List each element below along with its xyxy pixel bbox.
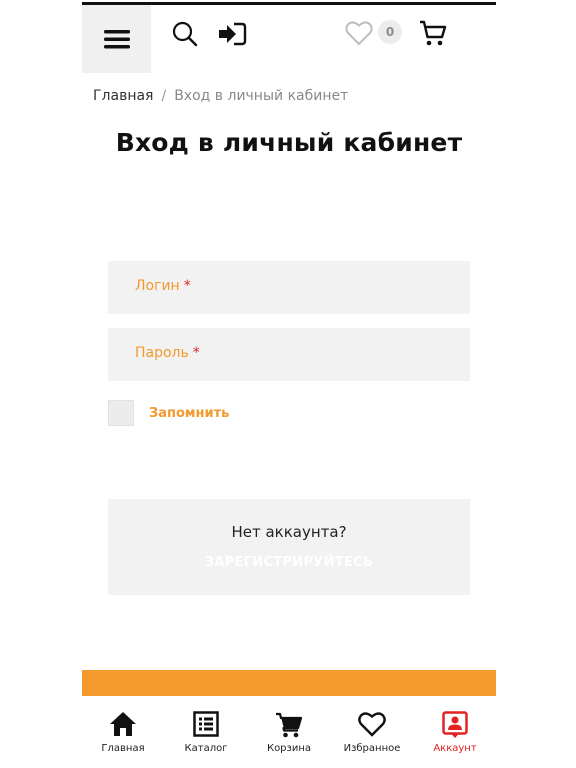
nav-item-cart[interactable]: Корзина bbox=[248, 696, 330, 768]
hamburger-icon bbox=[103, 30, 130, 49]
password-required-mark: * bbox=[192, 345, 200, 361]
bottom-nav: Главная Каталог Корзина Избранное Аккаун… bbox=[82, 696, 496, 768]
search-icon bbox=[172, 21, 198, 47]
favorites-button[interactable] bbox=[344, 18, 374, 48]
register-panel: Нет аккаунта? ЗАРЕГИСТРИРУЙТЕСЬ bbox=[108, 499, 470, 595]
password-field-label: Пароль * bbox=[135, 345, 200, 361]
login-field-label: Логин * bbox=[135, 278, 191, 294]
nav-label-favorites: Избранное bbox=[343, 743, 401, 754]
search-button[interactable] bbox=[170, 19, 200, 49]
sign-in-icon bbox=[219, 22, 247, 46]
register-link[interactable]: ЗАРЕГИСТРИРУЙТЕСЬ bbox=[108, 555, 470, 570]
cart-icon bbox=[276, 712, 303, 738]
catalog-icon bbox=[193, 711, 219, 737]
nav-item-favorites[interactable]: Избранное bbox=[331, 696, 413, 768]
nav-label-cart: Корзина bbox=[266, 743, 312, 754]
password-label-text: Пароль bbox=[135, 345, 189, 361]
breadcrumb-current: Вход в личный кабинет bbox=[174, 88, 349, 104]
nav-label-account: Аккаунт bbox=[433, 743, 477, 754]
remember-label[interactable]: Запомнить bbox=[149, 406, 229, 421]
remember-checkbox[interactable] bbox=[108, 400, 134, 426]
home-icon bbox=[110, 712, 136, 736]
nav-label-home: Главная bbox=[101, 743, 145, 754]
nav-item-catalog[interactable]: Каталог bbox=[165, 696, 247, 768]
menu-button[interactable] bbox=[82, 5, 151, 73]
page-frame: 0 Главная / Вход в личный кабинет Вход в л… bbox=[82, 0, 496, 768]
nav-label-catalog: Каталог bbox=[184, 743, 228, 754]
cart-button[interactable] bbox=[417, 18, 449, 48]
nav-item-account[interactable]: Аккаунт bbox=[414, 696, 496, 768]
no-account-text: Нет аккаунта? bbox=[231, 523, 347, 541]
login-button[interactable] bbox=[216, 19, 248, 49]
breadcrumb-home-link[interactable]: Главная bbox=[93, 88, 153, 104]
cart-icon bbox=[420, 20, 447, 46]
password-field[interactable]: Пароль * bbox=[108, 328, 470, 381]
account-icon bbox=[442, 711, 468, 738]
heart-icon bbox=[345, 21, 373, 46]
nav-item-home[interactable]: Главная bbox=[82, 696, 164, 768]
accent-bar bbox=[82, 670, 496, 696]
login-required-mark: * bbox=[183, 278, 191, 294]
heart-icon bbox=[358, 712, 386, 737]
page-title: Вход в личный кабинет bbox=[115, 128, 463, 157]
login-field[interactable]: Логин * bbox=[108, 261, 470, 314]
breadcrumb: Главная / Вход в личный кабинет bbox=[93, 88, 348, 104]
favorites-count-badge: 0 bbox=[378, 20, 402, 44]
login-label-text: Логин bbox=[135, 278, 180, 294]
breadcrumb-separator: / bbox=[161, 88, 167, 104]
